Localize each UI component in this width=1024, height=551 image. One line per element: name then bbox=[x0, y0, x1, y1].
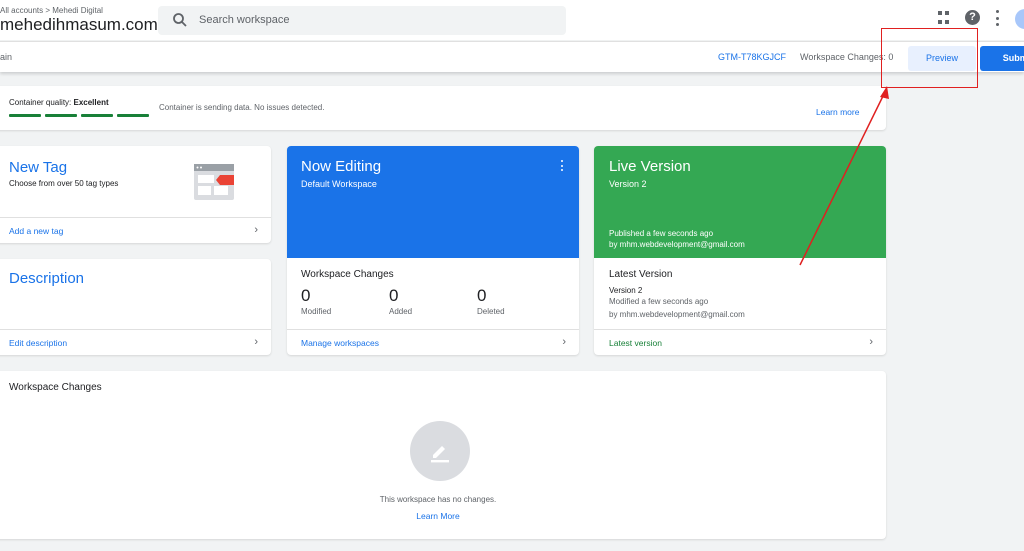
annotation-arrow-icon bbox=[799, 86, 889, 266]
